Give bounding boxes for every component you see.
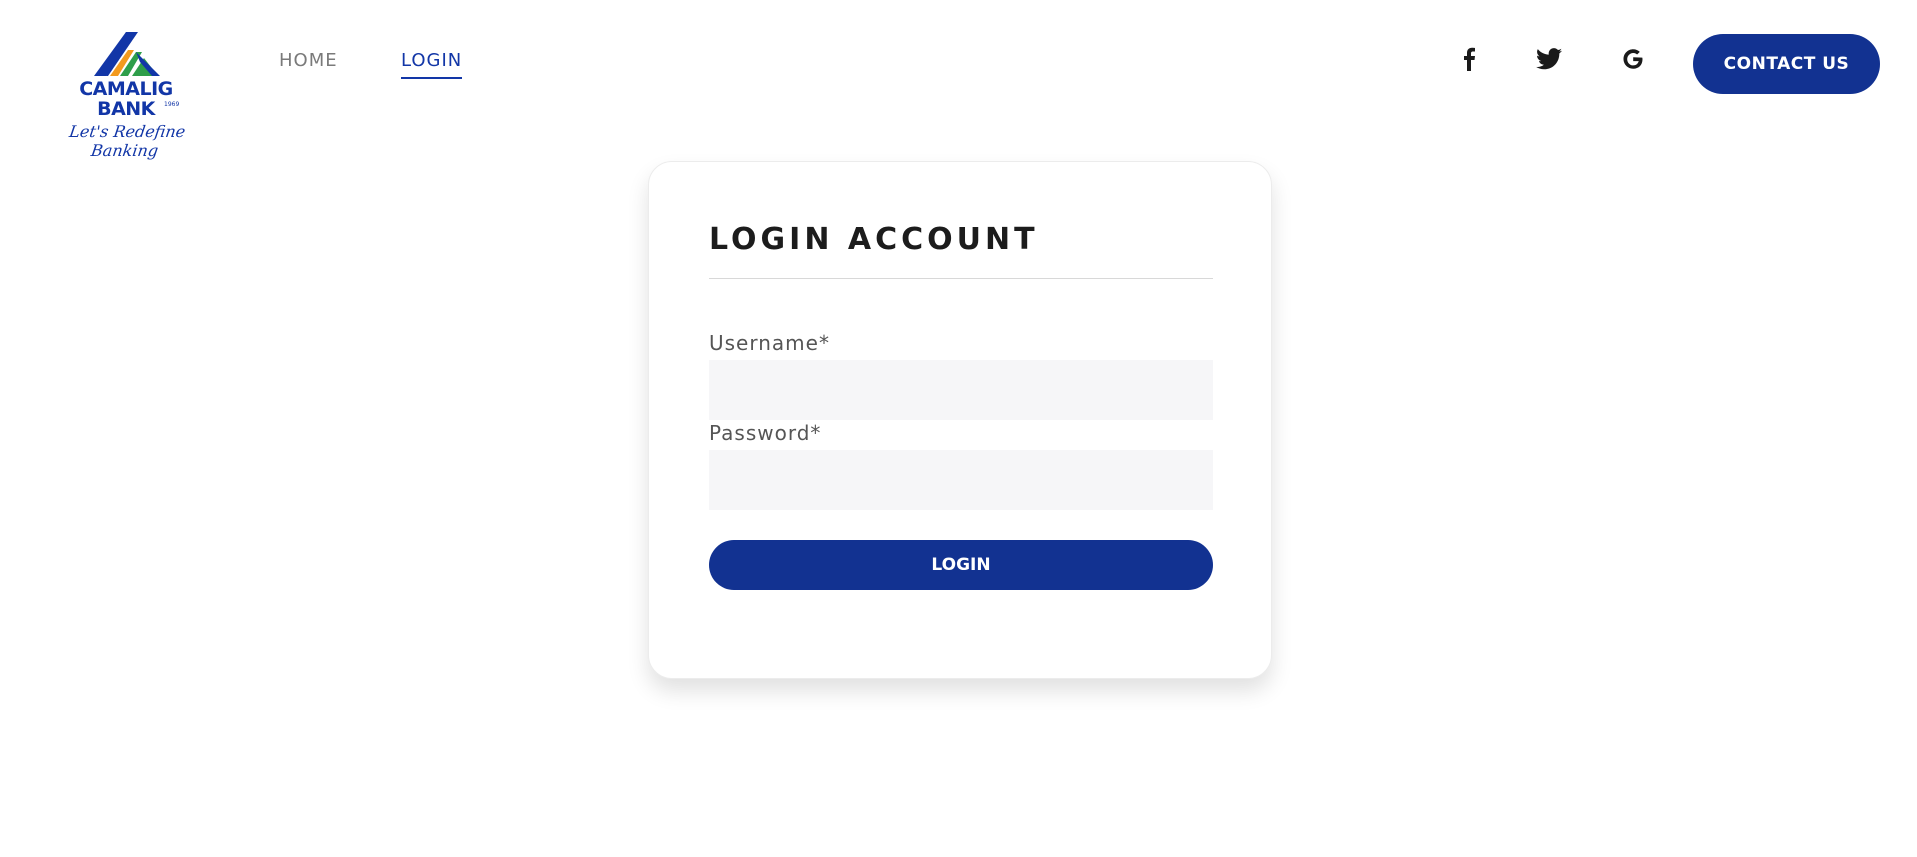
username-label: Username* [709, 331, 830, 355]
password-input[interactable] [709, 450, 1213, 510]
login-submit-button[interactable]: LOGIN [709, 540, 1213, 590]
logo-name-line2: BANK [97, 98, 155, 120]
logo-roof-icon [94, 32, 160, 76]
logo-tagline: Let's Redefine Banking [68, 122, 187, 160]
camalig-bank-logo[interactable]: CAMALIG BANK 1969 Let's Redefine Banking [48, 30, 204, 160]
logo-name-line1: CAMALIG [79, 78, 173, 100]
password-label: Password* [709, 421, 822, 445]
google-icon[interactable] [1620, 46, 1646, 72]
contact-us-button[interactable]: CONTACT US [1693, 34, 1880, 94]
nav-home-link[interactable]: HOME [279, 50, 338, 71]
site-header: CAMALIG BANK 1969 Let's Redefine Banking… [0, 0, 1917, 160]
nav-login-link[interactable]: LOGIN [401, 50, 463, 79]
login-card: LOGIN ACCOUNT Username* Password* LOGIN [648, 161, 1272, 679]
title-divider [709, 278, 1213, 279]
login-title: LOGIN ACCOUNT [709, 222, 1039, 257]
twitter-icon[interactable] [1536, 46, 1562, 72]
logo-year: 1969 [164, 101, 180, 108]
facebook-icon[interactable] [1456, 46, 1482, 72]
username-input[interactable] [709, 360, 1213, 420]
